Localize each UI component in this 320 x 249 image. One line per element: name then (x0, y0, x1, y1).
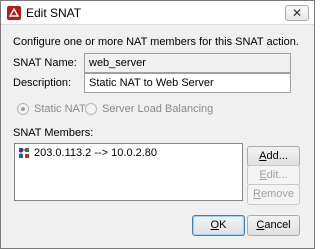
snat-name-label: SNAT Name: (13, 57, 77, 69)
radio-selected-icon (17, 103, 29, 115)
cancel-label-rest: ancel (264, 219, 291, 231)
edit-button[interactable]: Edit... (247, 165, 300, 186)
close-button[interactable]: ✕ (285, 5, 309, 21)
remove-mnemonic: R (253, 188, 261, 200)
nat-member-icon (19, 148, 29, 158)
close-icon: ✕ (291, 6, 303, 20)
remove-button[interactable]: Remove (247, 184, 300, 205)
ok-label-rest: K (219, 219, 227, 231)
ok-mnemonic: O (210, 219, 220, 231)
server-load-balancing-label: Server Load Balancing (102, 103, 214, 115)
snat-name-field[interactable]: web_server (84, 53, 291, 73)
add-button[interactable]: Add... (247, 146, 300, 167)
cancel-button[interactable]: Cancel (247, 215, 300, 236)
edit-label-rest: dit... (266, 169, 288, 181)
snat-members-list[interactable]: 203.0.113.2 --> 10.0.2.80 (14, 143, 243, 201)
static-nat-label: Static NAT (34, 103, 86, 115)
member-text: 203.0.113.2 --> 10.0.2.80 (34, 147, 158, 159)
edit-snat-dialog: Edit SNAT ✕ Configure one or more NAT me… (0, 0, 315, 249)
title-bar[interactable]: Edit SNAT ✕ (1, 1, 314, 25)
radio-unselected-icon (85, 103, 97, 115)
ok-button[interactable]: OK (192, 215, 245, 236)
description-field[interactable]: Static NAT to Web Server (84, 73, 291, 93)
description-label: Description: (13, 77, 72, 89)
add-label-rest: dd... (266, 150, 288, 162)
firebox-app-icon (7, 6, 21, 20)
remove-label-rest: emove (260, 188, 294, 200)
edit-mnemonic: E (259, 169, 267, 181)
window-title: Edit SNAT (26, 6, 82, 20)
snat-members-label: SNAT Members: (13, 127, 94, 139)
intro-text: Configure one or more NAT members for th… (13, 36, 299, 48)
